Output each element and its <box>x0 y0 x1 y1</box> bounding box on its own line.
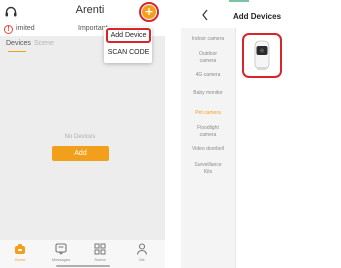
nav-messages-label: Messages <box>51 257 71 262</box>
sidebar-divider <box>235 28 236 268</box>
category-indoor-camera[interactable]: Indoor camera <box>181 36 235 43</box>
right-screen: Add Devices Indoor camera Outdoor camera… <box>181 0 341 268</box>
category-surveillance-kits[interactable]: Surveillance Kits <box>181 162 235 176</box>
empty-state-text: No Devices <box>64 134 96 140</box>
highlight-circle <box>139 2 159 22</box>
grid-icon <box>94 243 106 255</box>
category-floodlight-camera[interactable]: Floodlight camera <box>181 125 235 139</box>
category-baby-monitor[interactable]: Baby monitor <box>181 90 235 97</box>
headset-icon[interactable] <box>4 5 18 19</box>
scan-code-menu-item[interactable]: SCAN CODE <box>107 47 150 59</box>
category-video-doorbell[interactable]: Video doorbell <box>181 146 235 153</box>
left-screen: Arenti + ! imited Important Devices Scen… <box>0 0 165 268</box>
nav-home[interactable]: Home <box>5 242 35 266</box>
nav-home-label: Home <box>14 257 26 262</box>
nav-scene[interactable]: Scene <box>85 242 115 266</box>
highlight-box <box>106 28 151 43</box>
back-arrow-icon[interactable] <box>201 9 209 21</box>
add-button[interactable]: Add <box>52 146 109 161</box>
tab-devices[interactable]: Devices <box>6 40 31 47</box>
category-pet-camera[interactable]: Pet camera <box>181 110 235 117</box>
nav-scene-label: Scene <box>94 257 106 262</box>
pet-camera-product-card[interactable] <box>242 33 282 78</box>
nav-me[interactable]: Me <box>127 242 157 266</box>
nav-me-label: Me <box>139 257 145 262</box>
message-icon <box>55 243 67 255</box>
user-icon <box>136 243 148 255</box>
status-text: imited <box>16 25 35 32</box>
app-title: Arenti <box>75 4 105 16</box>
nav-messages[interactable]: Messages <box>46 242 76 266</box>
top-bar: Arenti + <box>0 0 165 24</box>
tab-active-indicator <box>8 51 26 52</box>
page-title: Add Devices <box>233 12 282 21</box>
home-icon <box>15 244 25 254</box>
pet-camera-device-icon <box>254 40 270 70</box>
tab-scene[interactable]: Scene <box>34 40 54 47</box>
add-menu-dropdown: Add Device SCAN CODE <box>104 27 152 63</box>
status-strip <box>229 0 249 2</box>
home-indicator <box>56 265 110 267</box>
category-outdoor-camera[interactable]: Outdoor camera <box>181 51 235 65</box>
bottom-nav: Home Messages Scene Me <box>0 240 165 268</box>
category-4g-camera[interactable]: 4G camera <box>181 72 235 79</box>
warning-icon: ! <box>4 25 13 34</box>
category-sidebar: Indoor camera Outdoor camera 4G camera B… <box>181 28 235 268</box>
